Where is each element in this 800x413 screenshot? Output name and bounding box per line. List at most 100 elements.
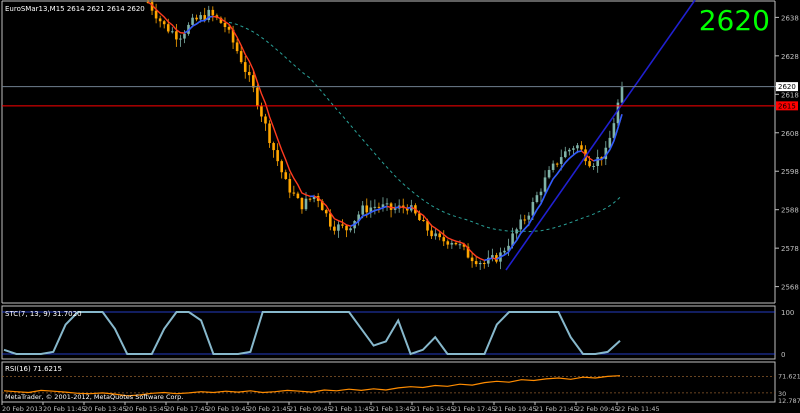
candle-body xyxy=(199,15,202,20)
candle-body xyxy=(304,198,308,210)
candle-body xyxy=(458,244,462,246)
candle-body xyxy=(239,51,243,63)
candle-body xyxy=(543,177,547,192)
candle-body xyxy=(474,261,478,265)
big-price-readout: 2620 xyxy=(699,4,770,37)
level-price-tag-label: 2615 xyxy=(778,102,796,110)
candle-body xyxy=(300,198,304,210)
candle-body xyxy=(361,205,365,215)
candle-body xyxy=(243,62,247,72)
candle-body xyxy=(555,163,559,165)
candle-body xyxy=(470,257,474,262)
candle-body xyxy=(175,31,178,40)
candle-body xyxy=(430,230,433,237)
time-tick-label: 22 Feb 11:45 xyxy=(617,405,660,413)
candle-body xyxy=(308,198,312,200)
candle-body xyxy=(535,195,539,203)
candle-body xyxy=(268,123,271,144)
symbol-info: EuroSMar13,M15 2614 2621 2614 2620 xyxy=(5,5,145,13)
time-tick-label: 21 Feb 13:45 xyxy=(371,405,414,413)
candle-body xyxy=(166,24,170,32)
price-tick-label: 2598 xyxy=(781,168,799,176)
candle-body xyxy=(296,193,300,199)
candle-body xyxy=(482,262,486,264)
time-tick-label: 21 Feb 09:45 xyxy=(289,405,332,413)
candle-body xyxy=(288,179,292,193)
time-tick-label: 20 Feb 21:45 xyxy=(248,405,291,413)
price-tick-label: 2578 xyxy=(781,245,799,253)
rsi-tick-label: 71.6215 xyxy=(778,373,800,381)
time-tick-label: 20 Feb 17:45 xyxy=(166,405,209,413)
candle-body xyxy=(442,237,446,242)
fast-moving-average-rising-segment xyxy=(407,206,412,210)
candle-body xyxy=(158,18,162,22)
candle-body xyxy=(341,224,344,226)
candle-body xyxy=(256,87,259,107)
candle-body xyxy=(195,17,198,20)
price-tick-label: 2608 xyxy=(781,130,799,138)
candle-body xyxy=(183,33,186,39)
time-tick-label: 20 Feb 2013 xyxy=(2,405,42,413)
candle-body xyxy=(284,172,288,180)
candle-body xyxy=(329,213,332,227)
copyright-notice: MetaTrader, © 2001-2012, MetaQuotes Soft… xyxy=(5,393,183,401)
candle-body xyxy=(422,220,425,222)
candle-body xyxy=(333,226,336,231)
candle-body xyxy=(592,165,595,167)
candle-body xyxy=(324,210,328,214)
candle-body xyxy=(450,242,454,245)
metatrader-chart-window[interactable]: 2638 2628 2618 2608 2598 2588 2578 2568 2615 Eu… xyxy=(0,0,800,413)
candle-body xyxy=(547,169,551,178)
stc-tick-label: 100 xyxy=(781,309,794,317)
candle-body xyxy=(523,219,527,221)
candle-body xyxy=(438,233,441,238)
time-tick-label: 21 Feb 15:45 xyxy=(412,405,455,413)
time-tick-label: 22 Feb 09:45 xyxy=(576,405,619,413)
candle-body xyxy=(162,21,166,25)
candle-body xyxy=(551,163,555,170)
candle-body xyxy=(264,116,267,124)
time-tick-label: 20 Feb 13:45 xyxy=(84,405,127,413)
current-price-tag-label: 2620 xyxy=(778,83,796,91)
price-tick-label: 2568 xyxy=(781,284,799,292)
stc-label: STC(7, 13, 9) 31.7020 xyxy=(5,310,82,318)
candle-body xyxy=(572,148,575,150)
stc-tick-label: 0 xyxy=(781,351,785,359)
candle-body xyxy=(247,71,251,76)
candle-body xyxy=(527,215,531,220)
candle-body xyxy=(503,250,506,253)
candle-body xyxy=(434,233,437,237)
candle-body xyxy=(620,86,624,103)
candle-body xyxy=(478,262,482,265)
candle-body xyxy=(385,203,389,205)
candle-body xyxy=(519,219,523,230)
rsi-label: RSI(16) 71.6215 xyxy=(5,365,62,373)
candle-body xyxy=(580,145,583,150)
candle-body xyxy=(568,149,571,152)
candle-body xyxy=(191,17,194,25)
time-tick-label: 21 Feb 17:45 xyxy=(453,405,496,413)
candle-body xyxy=(365,205,369,213)
candle-body xyxy=(373,206,377,208)
candle-body xyxy=(154,10,158,19)
candle-body xyxy=(235,42,239,52)
price-tick-label: 2638 xyxy=(781,14,799,22)
candle-body xyxy=(280,161,283,173)
candle-body xyxy=(576,145,579,149)
time-tick-label: 20 Feb 15:45 xyxy=(125,405,168,413)
candle-body xyxy=(227,27,231,30)
candle-body xyxy=(337,224,340,231)
price-tick-label: 2588 xyxy=(781,207,799,215)
candle-body xyxy=(349,228,352,231)
time-tick-label: 21 Feb 11:45 xyxy=(330,405,373,413)
candle-body xyxy=(588,161,591,167)
candle-body xyxy=(223,22,227,28)
rsi-tick-label: 12.7873 xyxy=(778,397,800,405)
time-tick-label: 20 Feb 19:45 xyxy=(207,405,250,413)
candle-body xyxy=(531,202,535,216)
candle-body xyxy=(596,157,599,166)
candle-body xyxy=(252,75,255,88)
candle-body xyxy=(276,150,279,162)
time-tick-label: 21 Feb 19:45 xyxy=(494,405,537,413)
time-tick-label: 21 Feb 21:45 xyxy=(535,405,578,413)
